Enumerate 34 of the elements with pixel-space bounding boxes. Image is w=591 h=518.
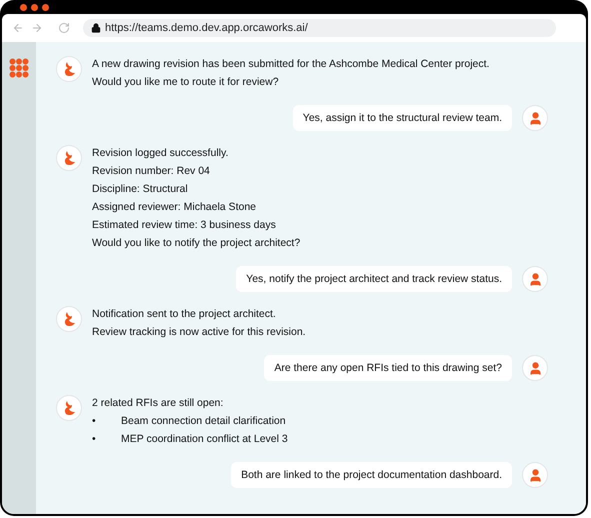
- address-bar[interactable]: https://teams.demo.dev.app.orcaworks.ai/: [83, 19, 556, 37]
- user-message-bubble: Both are linked to the project documentation dashboard.: [231, 462, 512, 488]
- bot-message-line: Discipline: Structural: [92, 182, 189, 197]
- app-logo-icon[interactable]: [9, 58, 29, 78]
- bot-message-line: Assigned reviewer: Michaela Stone: [92, 200, 258, 215]
- user-message-bubble: Are there any open RFIs tied to this drawing set?: [264, 355, 512, 381]
- bullet-item: Beam connection detail clarification: [121, 414, 286, 429]
- user-avatar-icon: [522, 266, 548, 292]
- bot-message-line: Review tracking is now active for this revision.: [92, 325, 306, 340]
- user-message-bubble: Yes, notify the project architect and track review status.: [236, 266, 512, 292]
- lock-icon: [91, 23, 101, 33]
- bot-message-line: A new drawing revision has been submitted for the Ashcombe Medical Center project.: [92, 57, 490, 72]
- orca-avatar-icon: [56, 145, 82, 171]
- bot-message-line: Would you like me to route it for review?: [92, 75, 280, 90]
- bot-message-line: 2 related RFIs are still open:: [92, 396, 224, 411]
- bot-message-line: Notification sent to the project architect.: [92, 307, 277, 322]
- bullet-mark: •: [92, 414, 97, 429]
- reload-icon[interactable]: [58, 22, 70, 34]
- bullet-item: MEP coordination conflict at Level 3: [121, 432, 288, 447]
- bullet-mark: •: [92, 432, 97, 447]
- orca-avatar-icon: [56, 306, 82, 332]
- user-message-bubble: Yes, assign it to the structural review team.: [292, 105, 512, 131]
- back-icon[interactable]: [12, 22, 24, 34]
- bot-message-line: Revision number: Rev 04: [92, 164, 211, 179]
- orca-avatar-icon: [56, 56, 82, 82]
- user-avatar-icon: [522, 355, 548, 381]
- user-avatar-icon: [522, 462, 548, 488]
- bot-message-line: Would you like to notify the project architect?: [92, 236, 300, 251]
- bot-message-line: Estimated review time: 3 business days: [92, 218, 277, 233]
- bot-message-line: Revision logged successfully.: [92, 146, 230, 161]
- orca-avatar-icon: [56, 395, 82, 421]
- forward-icon[interactable]: [31, 22, 43, 34]
- url-text: https://teams.demo.dev.app.orcaworks.ai/: [105, 20, 308, 36]
- user-avatar-icon: [522, 105, 548, 131]
